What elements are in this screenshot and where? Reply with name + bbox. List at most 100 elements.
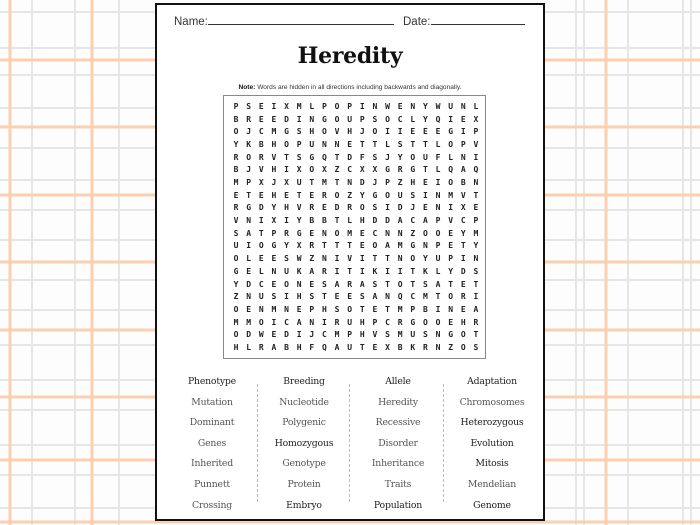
grid-letter[interactable]: N bbox=[243, 291, 255, 304]
grid-letter[interactable]: L bbox=[470, 101, 482, 114]
grid-letter[interactable]: T bbox=[419, 164, 431, 177]
grid-letter[interactable]: O bbox=[457, 342, 469, 355]
grid-letter[interactable]: U bbox=[344, 114, 356, 127]
grid-letter[interactable]: E bbox=[407, 126, 419, 139]
grid-letter[interactable]: E bbox=[470, 202, 482, 215]
grid-letter[interactable]: I bbox=[432, 177, 444, 190]
grid-letter[interactable]: G bbox=[407, 240, 419, 253]
grid-letter[interactable]: S bbox=[268, 291, 280, 304]
grid-letter[interactable]: A bbox=[369, 291, 381, 304]
grid-letter[interactable]: U bbox=[407, 329, 419, 342]
grid-letter[interactable]: E bbox=[432, 126, 444, 139]
grid-letter[interactable]: O bbox=[281, 279, 293, 292]
grid-letter[interactable]: O bbox=[394, 279, 406, 292]
grid-letter[interactable]: T bbox=[356, 304, 368, 317]
grid-letter[interactable]: Y bbox=[457, 228, 469, 241]
grid-letter[interactable]: L bbox=[344, 215, 356, 228]
grid-letter[interactable]: Z bbox=[306, 253, 318, 266]
grid-letter[interactable]: D bbox=[369, 215, 381, 228]
grid-letter[interactable]: T bbox=[457, 240, 469, 253]
grid-letter[interactable]: I bbox=[470, 291, 482, 304]
grid-letter[interactable]: X bbox=[255, 177, 267, 190]
grid-letter[interactable]: N bbox=[306, 317, 318, 330]
grid-letter[interactable]: X bbox=[382, 342, 394, 355]
grid-letter[interactable]: U bbox=[419, 152, 431, 165]
grid-letter[interactable]: T bbox=[344, 266, 356, 279]
grid-letter[interactable]: U bbox=[344, 317, 356, 330]
grid-letter[interactable]: T bbox=[369, 139, 381, 152]
grid-letter[interactable]: I bbox=[293, 329, 305, 342]
grid-letter[interactable]: T bbox=[407, 279, 419, 292]
grid-letter[interactable]: T bbox=[318, 240, 330, 253]
grid-letter[interactable]: H bbox=[230, 342, 242, 355]
grid-letter[interactable]: N bbox=[293, 279, 305, 292]
grid-letter[interactable]: E bbox=[419, 177, 431, 190]
grid-letter[interactable]: R bbox=[394, 317, 406, 330]
grid-letter[interactable]: R bbox=[344, 202, 356, 215]
grid-letter[interactable]: X bbox=[356, 164, 368, 177]
grid-letter[interactable]: N bbox=[445, 304, 457, 317]
grid-letter[interactable]: E bbox=[356, 228, 368, 241]
grid-letter[interactable]: T bbox=[331, 240, 343, 253]
grid-letter[interactable]: O bbox=[369, 126, 381, 139]
grid-letter[interactable]: S bbox=[419, 279, 431, 292]
grid-letter[interactable]: R bbox=[344, 279, 356, 292]
grid-letter[interactable]: O bbox=[230, 304, 242, 317]
grid-letter[interactable]: I bbox=[281, 164, 293, 177]
grid-letter[interactable]: E bbox=[356, 240, 368, 253]
grid-letter[interactable]: I bbox=[331, 253, 343, 266]
grid-letter[interactable]: L bbox=[432, 139, 444, 152]
grid-letter[interactable]: U bbox=[230, 240, 242, 253]
grid-letter[interactable]: C bbox=[407, 215, 419, 228]
grid-letter[interactable]: X bbox=[318, 164, 330, 177]
grid-letter[interactable]: J bbox=[243, 164, 255, 177]
grid-letter[interactable]: O bbox=[230, 329, 242, 342]
grid-letter[interactable]: I bbox=[382, 266, 394, 279]
grid-letter[interactable]: P bbox=[432, 215, 444, 228]
grid-letter[interactable]: P bbox=[470, 126, 482, 139]
grid-letter[interactable]: N bbox=[268, 266, 280, 279]
grid-letter[interactable]: O bbox=[306, 164, 318, 177]
grid-letter[interactable]: O bbox=[419, 317, 431, 330]
grid-letter[interactable]: V bbox=[268, 152, 280, 165]
grid-letter[interactable]: D bbox=[255, 202, 267, 215]
grid-letter[interactable]: I bbox=[382, 202, 394, 215]
grid-letter[interactable]: E bbox=[255, 253, 267, 266]
grid-letter[interactable]: O bbox=[318, 126, 330, 139]
grid-letter[interactable]: M bbox=[445, 190, 457, 203]
grid-letter[interactable]: Y bbox=[230, 139, 242, 152]
grid-letter[interactable]: J bbox=[243, 126, 255, 139]
grid-letter[interactable]: G bbox=[407, 317, 419, 330]
grid-letter[interactable]: P bbox=[407, 304, 419, 317]
grid-letter[interactable]: B bbox=[230, 114, 242, 127]
grid-letter[interactable]: P bbox=[344, 101, 356, 114]
grid-letter[interactable]: O bbox=[344, 304, 356, 317]
grid-letter[interactable]: N bbox=[407, 101, 419, 114]
grid-letter[interactable]: I bbox=[445, 202, 457, 215]
grid-letter[interactable]: O bbox=[432, 228, 444, 241]
grid-letter[interactable]: H bbox=[356, 215, 368, 228]
grid-letter[interactable]: I bbox=[255, 215, 267, 228]
grid-letter[interactable]: G bbox=[445, 329, 457, 342]
grid-letter[interactable]: R bbox=[230, 152, 242, 165]
grid-letter[interactable]: O bbox=[407, 253, 419, 266]
grid-letter[interactable]: B bbox=[394, 342, 406, 355]
grid-letter[interactable]: O bbox=[255, 317, 267, 330]
grid-letter[interactable]: C bbox=[394, 114, 406, 127]
grid-letter[interactable]: I bbox=[382, 126, 394, 139]
grid-letter[interactable]: T bbox=[407, 139, 419, 152]
grid-letter[interactable]: H bbox=[356, 317, 368, 330]
grid-letter[interactable]: E bbox=[394, 101, 406, 114]
grid-letter[interactable]: M bbox=[318, 177, 330, 190]
grid-letter[interactable]: S bbox=[243, 101, 255, 114]
grid-letter[interactable]: Y bbox=[281, 240, 293, 253]
grid-letter[interactable]: M bbox=[230, 177, 242, 190]
grid-letter[interactable]: Y bbox=[419, 253, 431, 266]
grid-letter[interactable]: H bbox=[268, 164, 280, 177]
grid-letter[interactable]: T bbox=[306, 177, 318, 190]
date-blank-line[interactable] bbox=[430, 14, 525, 25]
grid-letter[interactable]: I bbox=[268, 317, 280, 330]
grid-letter[interactable]: N bbox=[331, 139, 343, 152]
grid-letter[interactable]: E bbox=[344, 291, 356, 304]
grid-letter[interactable]: E bbox=[457, 114, 469, 127]
